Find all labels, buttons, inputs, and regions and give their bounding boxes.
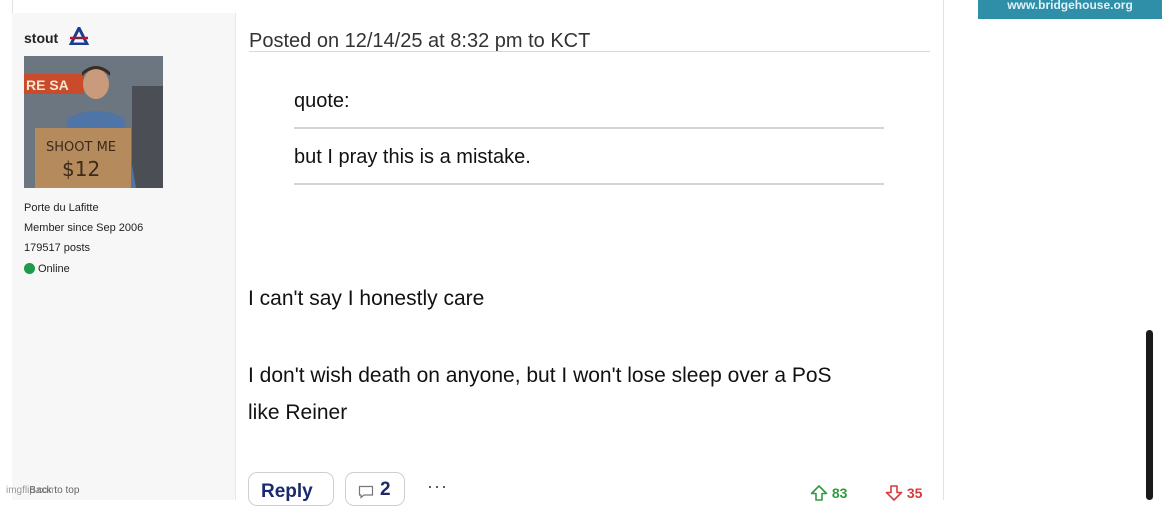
author-member-since: Member since Sep 2006 [24,222,144,234]
downvote-count: 35 [906,485,923,501]
post-body-line-2: I don't wish death on anyone, but I won'… [248,364,832,387]
scrollbar-thumb[interactable] [1146,330,1153,500]
avatar-banner-text: RE SA [26,77,69,93]
avatar-image: RE SA SHOOT ME $12 [24,56,163,188]
quote-top-divider [294,127,884,129]
post-body-line-3: like Reiner [248,401,348,424]
quote-bottom-divider [294,183,884,185]
quote-label: quote: [294,90,350,112]
downvote-arrow-icon [885,485,903,501]
author-location: Porte du Lafitte [24,202,99,214]
upvote-count: 83 [831,485,848,501]
post-body-line-1: I can't say I honestly care [248,287,485,310]
more-options-button[interactable]: ··· [427,476,448,497]
comment-count: 2 [380,479,391,500]
avatar-sign-line2: $12 [62,157,100,181]
ad-banner[interactable]: www.bridgehouse.org [978,0,1162,19]
quote-text: but I pray this is a mistake. [294,146,531,168]
comment-bubble-icon [358,485,374,499]
upvote-button[interactable]: 83 [810,485,847,501]
author-status-label: Online [38,263,70,275]
online-status-dot-icon [24,263,35,274]
arizona-a-logo-icon [68,27,90,45]
back-to-top-label: Back to top [29,485,80,496]
author-avatar[interactable]: RE SA SHOOT ME $12 [24,56,163,188]
ad-banner-text: www.bridgehouse.org [1007,0,1133,12]
author-status: Online [24,263,70,275]
back-to-top-link[interactable]: imgflip.com Back to top [6,485,79,496]
avatar-sign-line1: SHOOT ME [46,140,116,155]
author-username[interactable]: stout [24,30,58,46]
upvote-arrow-icon [810,485,828,501]
reply-button[interactable]: Reply [248,472,334,506]
comments-button[interactable]: 2 [345,472,405,506]
post-header-divider [249,51,930,52]
author-post-count: 179517 posts [24,242,91,254]
downvote-button[interactable]: 35 [885,485,922,501]
post-header: Posted on 12/14/25 at 8:32 pm to KCT [249,30,591,52]
